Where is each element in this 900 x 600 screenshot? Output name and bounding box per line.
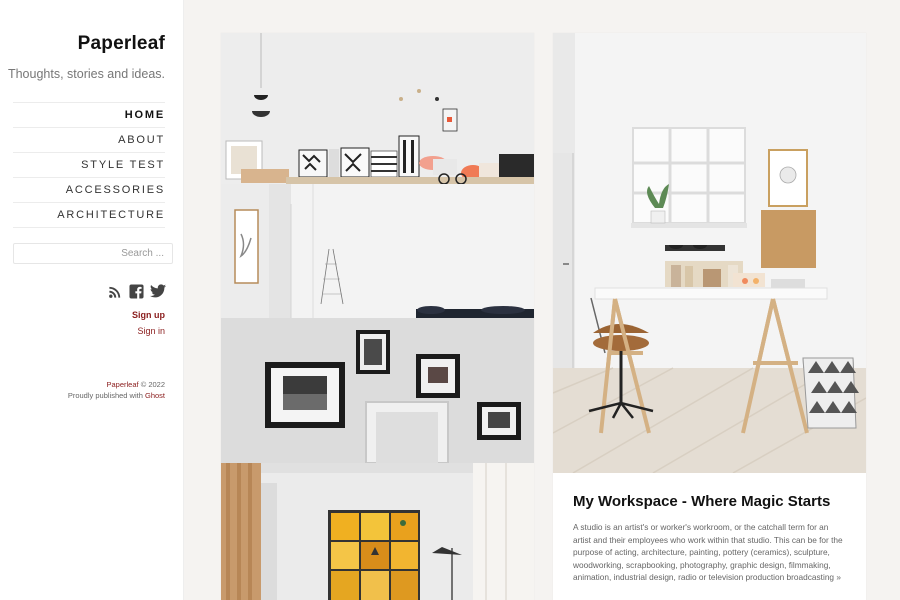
post-excerpt: A studio is an artist's or worker's work… <box>573 522 843 583</box>
post-image-shelf[interactable] <box>221 33 534 184</box>
featured-post-card[interactable]: My Workspace - Where Magic Starts A stud… <box>553 33 866 600</box>
footer-copyright: Paperleaf © 2022 <box>107 380 166 389</box>
post-card-shelf[interactable] <box>221 33 534 600</box>
search-input[interactable] <box>13 243 173 264</box>
post-image-workspace[interactable] <box>553 33 866 473</box>
post-image-yellow-art[interactable] <box>221 463 534 600</box>
footer-site-link[interactable]: Paperleaf <box>107 380 139 389</box>
nav-item-architecture[interactable]: ARCHITECTURE <box>13 203 165 228</box>
social-links <box>108 284 166 299</box>
site-description: Thoughts, stories and ideas. <box>7 67 165 81</box>
nav-item-accessories[interactable]: ACCESSORIES <box>13 178 165 203</box>
twitter-icon[interactable] <box>150 284 166 299</box>
nav-item-style-test[interactable]: STYLE TEST <box>13 153 165 178</box>
post-image-minimal-room[interactable] <box>221 184 534 318</box>
footer-published: Proudly published with Ghost <box>68 391 165 400</box>
signin-link[interactable]: Sign in <box>137 326 165 336</box>
facebook-icon[interactable] <box>129 284 144 299</box>
post-title[interactable]: My Workspace - Where Magic Starts <box>573 493 830 510</box>
copyright-text: © 2022 <box>140 380 165 389</box>
published-text: Proudly published with <box>67 391 143 400</box>
nav-item-home[interactable]: HOME <box>13 103 165 128</box>
ghost-link[interactable]: Ghost <box>145 391 165 400</box>
nav-item-about[interactable]: ABOUT <box>13 128 165 153</box>
sidebar: Paperleaf Thoughts, stories and ideas. H… <box>0 0 183 600</box>
main-nav: HOME ABOUT STYLE TEST ACCESSORIES ARCHIT… <box>13 102 165 228</box>
post-image-gallery-wall[interactable] <box>221 318 534 463</box>
post-content: My Workspace - Where Magic Starts A stud… <box>553 473 866 600</box>
rss-icon[interactable] <box>108 284 123 299</box>
signup-link[interactable]: Sign up <box>132 310 165 320</box>
site-title[interactable]: Paperleaf <box>78 33 165 55</box>
